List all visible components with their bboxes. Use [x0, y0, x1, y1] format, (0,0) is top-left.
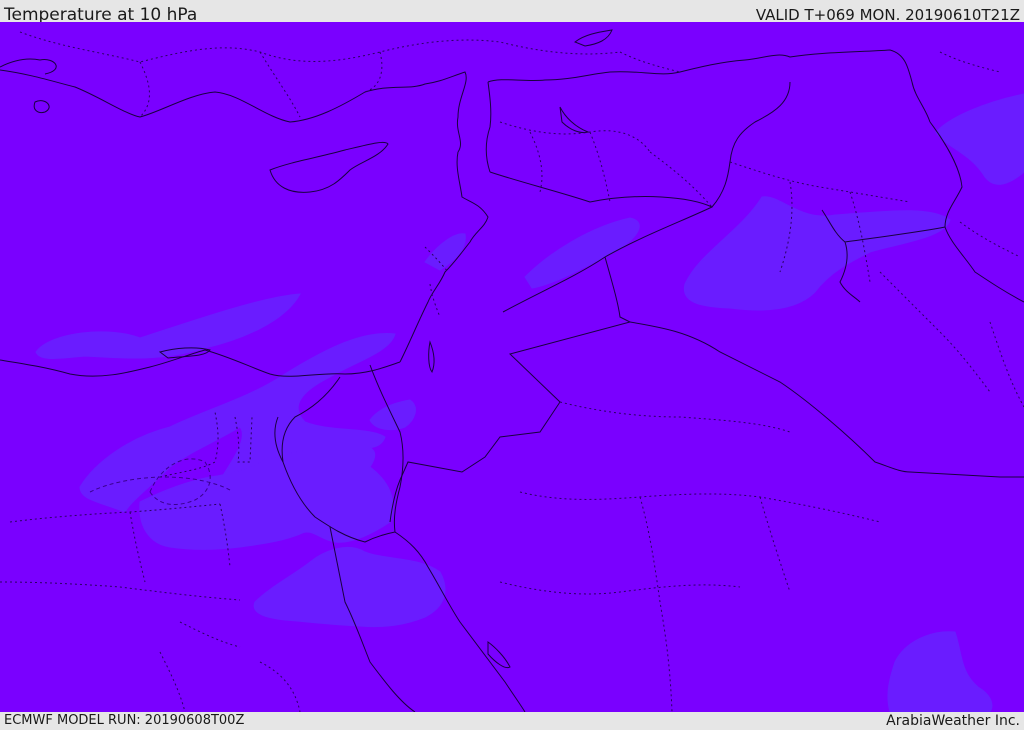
zone-lebanon — [424, 233, 466, 271]
zone-aqaba — [369, 399, 416, 431]
syria-provinces — [499, 121, 713, 208]
map-canvas — [0, 29, 1024, 712]
footer-bar: ECMWF MODEL RUN: 20190608T00Z ArabiaWeat… — [0, 712, 1024, 729]
weather-map[interactable] — [0, 22, 1024, 712]
zone-north-libya — [35, 293, 301, 359]
zone-syria-strip — [524, 217, 640, 289]
saudi-provinces — [499, 401, 881, 712]
zone-upper-nile — [253, 547, 446, 628]
header-bar: Temperature at 10 hPa VALID T+069 MON. 2… — [0, 0, 1024, 25]
zone-iran-ne — [935, 93, 1024, 185]
syria-iraq-border — [485, 81, 791, 208]
aegean-islands — [0, 29, 613, 133]
credit-label: ArabiaWeather Inc. — [886, 713, 1020, 729]
syria-north-border — [487, 49, 931, 123]
saudi-iraq-border — [629, 321, 1024, 478]
red-sea-east-coast — [394, 531, 526, 712]
model-run: ECMWF MODEL RUN: 20190608T00Z — [4, 713, 245, 728]
temperature-zones — [35, 93, 1024, 712]
dead-sea — [428, 340, 435, 373]
egypt-sudan-lines — [159, 621, 301, 712]
admin-boundaries — [0, 31, 1024, 712]
turkey-south-coast — [0, 69, 467, 153]
zone-sw-arabia — [887, 631, 993, 712]
cyprus — [269, 141, 389, 193]
coastlines — [0, 29, 1024, 712]
zone-iraq — [683, 196, 951, 311]
